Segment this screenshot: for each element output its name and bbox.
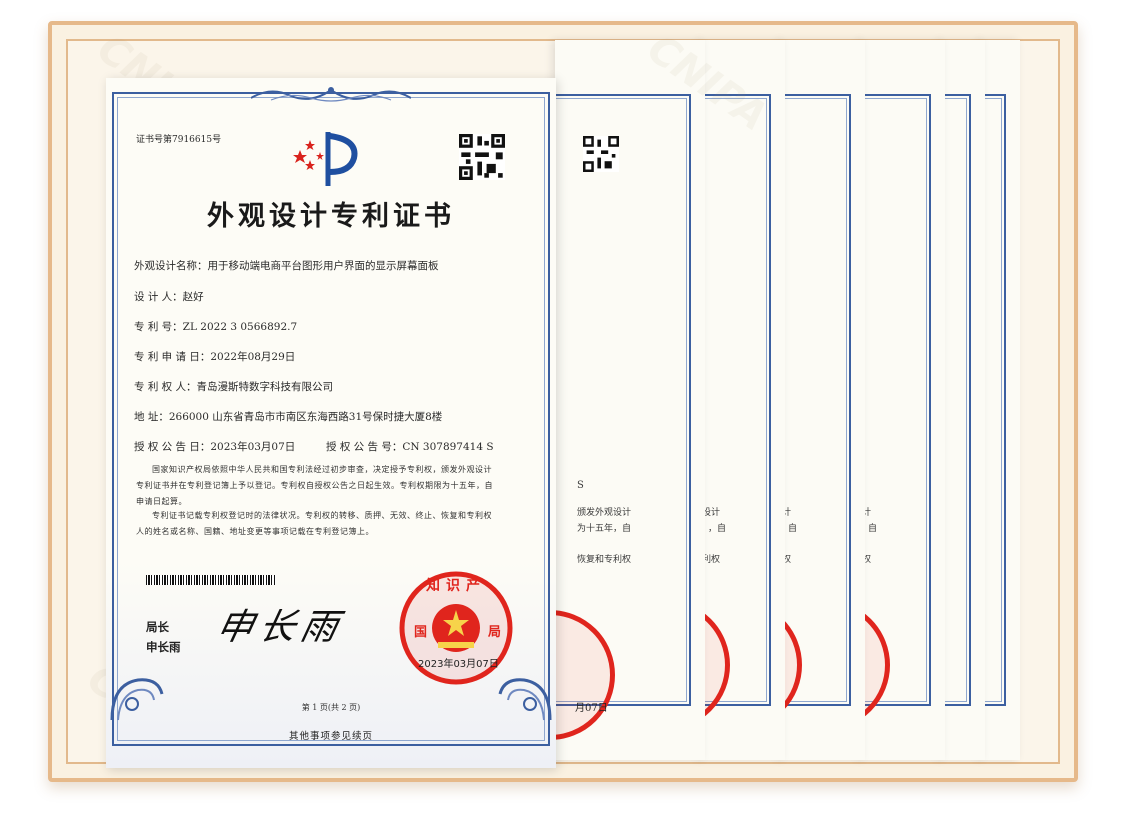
director-signature: 申长雨 <box>212 607 348 648</box>
certificate-number: 证书号第7916615号 <box>136 135 222 145</box>
svg-text:国: 国 <box>414 625 427 640</box>
field-designer: 设 计 人：赵好 <box>134 291 204 303</box>
field-address: 地 址：266000 山东省青岛市市南区东海西路31号保时捷大厦8楼 <box>134 411 443 423</box>
back-sheet-0: S 颁发外观设计 为十五年，自 恢复和专利权 月07日 <box>555 40 705 760</box>
sheet-border-inner <box>860 98 927 702</box>
paragraph-line: 专利证书并在专利登记簿上予以登记。专利权自授权公告之日起生效。专利权期限为十五年… <box>136 481 493 490</box>
paragraph-line: 国家知识产权局依照中华人民共和国专利法经过初步审查，决定授予专利权，颁发外观设计 <box>152 465 492 474</box>
seal-date-fragment: 月07日 <box>575 703 608 714</box>
sheet-text-fragment: S <box>577 480 584 491</box>
back-sheet-3: 计 自 权 <box>860 40 945 760</box>
qr-code-icon <box>459 134 505 180</box>
sheet-text-fragment: 为十五年，自 <box>577 524 632 534</box>
certificate-title: 外观设计专利证书 <box>207 201 455 232</box>
corner-ornament-icon <box>110 678 164 721</box>
field-patentee: 专 利 权 人：青岛漫斯特数字科技有限公司 <box>134 381 334 393</box>
paragraph-line: 专利证书记载专利权登记时的法律状况。专利权的转移、质押、无效、终止、恢复和专利权 <box>152 511 492 520</box>
back-sheet-4 <box>940 40 985 760</box>
top-ornament-icon <box>251 87 411 102</box>
sheet-border-inner <box>555 98 687 702</box>
back-sheet-1: 设计 ，自 利权 <box>700 40 785 760</box>
barcode <box>146 575 276 585</box>
statement-paragraph-2: 专利证书记载专利权登记时的法律状况。专利权的转移、质押、无效、终止、恢复和专利权… <box>136 508 492 540</box>
paragraph-line: 人的姓名或名称、国籍、地址变更等事项记载在专利登记簿上。 <box>136 527 374 536</box>
qr-code-icon <box>583 136 619 172</box>
director-name: 申长雨 <box>146 640 181 654</box>
sheet-text-fragment: 颁发外观设计 <box>577 508 632 518</box>
cnipa-logo-icon <box>293 132 358 186</box>
sheet-text-fragment: 自 <box>868 524 878 534</box>
patent-certificate: 证书号第7916615号 外观设计专利证书 外观设计名称：用于移动端电商平台图形… <box>106 78 556 768</box>
field-application-date: 专 利 申 请 日：2022年08月29日 <box>134 351 296 363</box>
sheet-text-fragment: ，自 <box>708 524 727 534</box>
back-sheet-2: 计 自 权 <box>780 40 865 760</box>
sheet-text-fragment: 自 <box>788 524 798 534</box>
svg-text:局: 局 <box>488 625 501 640</box>
director-title: 局长 <box>146 620 169 634</box>
back-sheet-5 <box>980 40 1020 760</box>
statement-paragraph-1: 国家知识产权局依照中华人民共和国专利法经过初步审查，决定授予专利权，颁发外观设计… <box>136 462 493 510</box>
sheet-border-inner <box>780 98 847 702</box>
field-grant-date: 授 权 公 告 日：2023年03月07日 <box>134 441 296 453</box>
sheet-text-fragment: 恢复和专利权 <box>577 555 632 565</box>
seal-date: 2023年03月07日 <box>418 659 499 670</box>
field-patent-number: 专 利 号：ZL 2022 3 0566892.7 <box>134 321 298 333</box>
page-info: 第 1 页(共 2 页) <box>301 703 361 712</box>
field-grant-number: 授 权 公 告 号：CN 307897414 S <box>326 441 494 453</box>
svg-text:知识产: 知识产 <box>426 577 486 594</box>
sheet-border-inner <box>700 98 767 702</box>
footer-note: 其他事项参见续页 <box>288 731 373 742</box>
corner-ornament-icon <box>498 678 552 721</box>
field-design-name: 外观设计名称：用于移动端电商平台图形用户界面的显示屏幕面板 <box>134 260 439 272</box>
